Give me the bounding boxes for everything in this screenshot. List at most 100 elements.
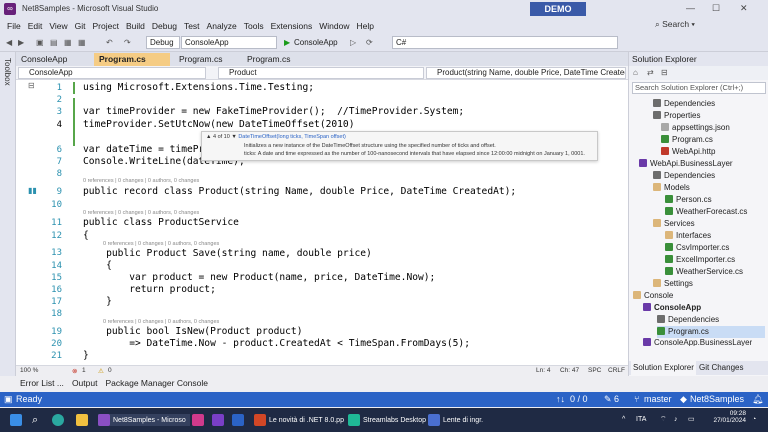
codelens-info[interactable]: 0 references | 0 changes | 0 authors, 0 … (83, 210, 199, 216)
save-icon[interactable]: ▦ (64, 38, 72, 47)
hot-reload-icon[interactable]: ⟳ (366, 38, 373, 47)
taskbar-app-vs[interactable]: Net8Samples - Microso (98, 414, 190, 426)
explorer-app[interactable] (76, 414, 91, 426)
run-without-debug-icon[interactable]: ▷ (350, 38, 356, 47)
tree-item[interactable]: Interfaces (665, 230, 711, 242)
tree-item[interactable]: appsettings.json (661, 122, 730, 134)
run-icon[interactable]: ▶ (284, 38, 290, 47)
char-indicator[interactable]: Ch: 47 (560, 367, 579, 374)
menu-help[interactable]: Help (356, 21, 373, 31)
forward-icon[interactable]: ▶ (18, 38, 24, 47)
tree-item[interactable]: ConsoleApp.BusinessLayer (643, 338, 752, 346)
codelens-info[interactable]: 0 references | 0 changes | 0 authors, 0 … (103, 241, 219, 247)
menu-tools[interactable]: Tools (244, 21, 264, 31)
tab-git-changes[interactable]: Git Changes (699, 361, 743, 375)
taskbar-app-magnifier[interactable]: Lente di ingr. (428, 414, 483, 426)
notification-center-icon[interactable]: ◔ (752, 414, 756, 426)
tree-item[interactable]: Dependencies (657, 314, 719, 326)
git-sync-status[interactable]: 0 / 0 (570, 392, 588, 407)
edge-app[interactable] (52, 414, 67, 426)
tray-chevron-icon[interactable]: ^ (622, 414, 625, 426)
tree-item[interactable]: Dependencies (653, 170, 715, 182)
menu-window[interactable]: Window (319, 21, 349, 31)
home-icon[interactable]: ⌂ (633, 68, 638, 77)
tab-consoleapp[interactable]: ConsoleApp (16, 53, 92, 66)
menu-view[interactable]: View (49, 21, 67, 31)
tree-item-selected[interactable]: Program.cs (657, 326, 765, 338)
menu-analyze[interactable]: Analyze (207, 21, 237, 31)
line-indicator[interactable]: Ln: 4 (536, 367, 550, 374)
new-item-icon[interactable]: ▣ (36, 38, 44, 47)
tab-program-cs-3[interactable]: Program.cs (242, 53, 308, 66)
nav-project-dropdown[interactable]: ConsoleApp (18, 67, 206, 79)
tree-item[interactable]: WeatherService.cs (665, 266, 743, 278)
tree-item-startup-project[interactable]: ConsoleApp (643, 302, 701, 314)
clock[interactable]: 09:28 27/01/2024 (704, 410, 746, 424)
tray-lang[interactable]: ITA (636, 414, 646, 426)
menu-debug[interactable]: Debug (152, 21, 177, 31)
tree-item[interactable]: Person.cs (665, 194, 712, 206)
sync-icon[interactable]: ⇄ (647, 68, 654, 77)
tree-item[interactable]: WebApi.http (661, 146, 715, 158)
menu-file[interactable]: File (7, 21, 21, 31)
tree-item[interactable]: CsvImporter.cs (665, 242, 729, 254)
notifications-icon[interactable]: 🔔︎ (752, 392, 763, 407)
run-target-label[interactable]: ConsoleApp (294, 38, 338, 47)
open-icon[interactable]: ▤ (50, 38, 58, 47)
battery-icon[interactable]: ▭ (688, 414, 695, 426)
nav-type-dropdown[interactable]: Product (218, 67, 424, 79)
taskbar-app-powerpoint[interactable]: Le novità di .NET 8.0.pp (254, 414, 344, 426)
menu-test[interactable]: Test (184, 21, 200, 31)
zoom-level[interactable]: 100 % (20, 367, 38, 374)
taskbar-app-icon[interactable] (192, 414, 207, 426)
taskbar-app-icon[interactable] (212, 414, 227, 426)
back-icon[interactable]: ◀ (6, 38, 12, 47)
tab-program-cs-2[interactable]: Program.cs (174, 53, 240, 66)
save-all-icon[interactable]: ▦ (78, 38, 86, 47)
codelens-info[interactable]: 0 references | 0 changes | 0 authors, 0 … (83, 178, 199, 184)
warning-count[interactable]: 0 (108, 367, 112, 374)
menu-build[interactable]: Build (126, 21, 145, 31)
tab-error-list[interactable]: Error List ... (20, 376, 64, 390)
wifi-icon[interactable]: ⌔ (660, 414, 667, 426)
tree-item[interactable]: Dependencies (653, 98, 715, 110)
menu-extensions[interactable]: Extensions (271, 21, 313, 31)
tree-item[interactable]: Settings (653, 278, 693, 290)
tree-item[interactable]: WeatherForecast.cs (665, 206, 747, 218)
tree-item[interactable]: Models (653, 182, 690, 194)
tree-item[interactable]: WebApi.BusinessLayer (639, 158, 733, 170)
tree-item[interactable]: Console (633, 290, 673, 302)
taskbar-app-icon[interactable] (232, 414, 247, 426)
configuration-select[interactable]: Debug (146, 36, 180, 49)
error-count[interactable]: 1 (82, 367, 86, 374)
menu-git[interactable]: Git (75, 21, 86, 31)
taskbar-app-streamlabs[interactable]: Streamlabs Desktop (348, 414, 426, 426)
project-select[interactable]: ConsoleApp (181, 36, 277, 49)
collapse-icon[interactable]: ⊟ (28, 81, 35, 90)
whitespace-indicator[interactable]: SPC (588, 367, 601, 374)
undo-icon[interactable]: ↶ (106, 38, 113, 47)
overload-next-icon[interactable]: ▼ (231, 134, 236, 140)
taskbar-search-icon[interactable]: ⌕ (32, 414, 38, 426)
repo-name[interactable]: Net8Samples (690, 392, 744, 407)
minimize-button[interactable]: — (686, 3, 695, 13)
toolbox-strip[interactable]: Toolbox (0, 52, 16, 376)
tree-item[interactable]: Services (653, 218, 695, 230)
branch-name[interactable]: master (644, 392, 672, 407)
tab-output[interactable]: Output (72, 376, 98, 390)
start-button[interactable] (10, 414, 25, 426)
volume-icon[interactable]: ♪ (674, 414, 678, 426)
overload-prev-icon[interactable]: ▲ (206, 134, 211, 140)
menu-project[interactable]: Project (93, 21, 119, 31)
codelens-info[interactable]: 0 references | 0 changes | 0 authors, 0 … (103, 319, 219, 325)
close-button[interactable]: ✕ (740, 3, 748, 14)
maximize-button[interactable]: ☐ (712, 3, 720, 14)
nav-member-dropdown[interactable]: Product(string Name, double Price, DateT… (426, 67, 626, 79)
tab-solution-explorer[interactable]: Solution Explorer (631, 361, 696, 375)
line-ending-indicator[interactable]: CRLF (608, 367, 625, 374)
search-button[interactable]: ⌕ Search ▾ (655, 19, 695, 30)
redo-icon[interactable]: ↷ (124, 38, 131, 47)
tab-program-cs-active[interactable]: Program.cs (94, 53, 170, 66)
menu-edit[interactable]: Edit (28, 21, 43, 31)
pending-changes[interactable]: 6 (614, 392, 619, 407)
